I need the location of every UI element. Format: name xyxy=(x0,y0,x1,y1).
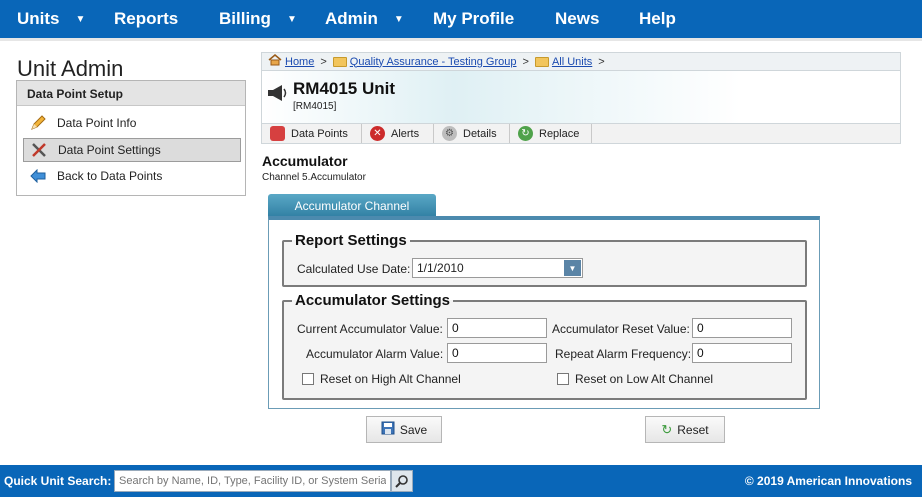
quick-search-label: Quick Unit Search: xyxy=(4,474,112,488)
save-button-label: Save xyxy=(399,422,428,437)
repeat-freq-label: Repeat Alarm Frequency: xyxy=(555,347,692,361)
left-item-data-point-info[interactable]: Data Point Info xyxy=(23,111,241,135)
megaphone-icon xyxy=(266,83,288,109)
reset-button-label: Reset xyxy=(677,422,709,437)
tab-label: Data Points xyxy=(291,127,348,140)
tab-label: Alerts xyxy=(391,127,420,140)
folder-icon xyxy=(534,56,549,67)
nav-admin[interactable]: Admin ▼ xyxy=(325,0,404,38)
reset-value-label: Accumulator Reset Value: xyxy=(552,322,690,336)
unit-subtabs: Data Points ✕ Alerts ⚙ Details ↻ Replace xyxy=(261,123,901,144)
nav-billing-label: Billing xyxy=(219,9,271,28)
pencil-icon xyxy=(29,115,47,131)
left-item-label: Back to Data Points xyxy=(57,169,163,183)
nav-units-label: Units xyxy=(17,9,60,28)
nav-divider xyxy=(0,38,922,41)
tab-alerts[interactable]: ✕ Alerts xyxy=(362,124,434,143)
left-panel: Data Point Setup Data Point Info Data Po… xyxy=(16,80,246,196)
nav-news-label: News xyxy=(555,9,600,28)
reset-low-checkbox[interactable] xyxy=(557,373,569,385)
tab-replace[interactable]: ↻ Replace xyxy=(510,124,592,143)
unit-code: [RM4015] xyxy=(293,101,337,112)
breadcrumb-all-units[interactable]: All Units xyxy=(552,56,592,68)
nav-reports[interactable]: Reports xyxy=(114,0,178,38)
tab-label: Replace xyxy=(539,127,580,140)
footer: Quick Unit Search: © 2019 American Innov… xyxy=(0,465,922,497)
calc-use-date-value: 1/1/2010 xyxy=(417,261,464,275)
tab-data-points[interactable]: Data Points xyxy=(262,124,362,143)
page-title: Unit Admin xyxy=(17,56,124,81)
nav-help-label: Help xyxy=(639,9,676,28)
nav-reports-label: Reports xyxy=(114,9,179,28)
left-item-label: Data Point Info xyxy=(57,116,137,130)
chevron-down-icon[interactable]: ▼ xyxy=(76,14,86,25)
breadcrumb: Home > Quality Assurance - Testing Group… xyxy=(261,52,901,71)
tab-label: Details xyxy=(463,127,497,140)
accumulator-panel: Report Settings Calculated Use Date: 1/1… xyxy=(268,216,820,409)
current-value-input[interactable] xyxy=(447,318,547,338)
reset-high-label: Reset on High Alt Channel xyxy=(320,372,461,386)
folder-icon xyxy=(332,56,347,67)
data-points-icon xyxy=(270,126,285,141)
left-item-data-point-settings[interactable]: Data Point Settings xyxy=(23,138,241,162)
breadcrumb-group[interactable]: Quality Assurance - Testing Group xyxy=(350,56,517,68)
left-item-label: Data Point Settings xyxy=(58,143,161,157)
home-icon[interactable] xyxy=(268,54,282,69)
nav-news[interactable]: News xyxy=(555,0,599,38)
replace-icon: ↻ xyxy=(518,126,533,141)
accumulator-settings-legend: Accumulator Settings xyxy=(295,292,451,309)
left-item-back-to-data-points[interactable]: Back to Data Points xyxy=(23,164,241,188)
tab-details[interactable]: ⚙ Details xyxy=(434,124,510,143)
reset-button[interactable]: ↻ Reset xyxy=(645,416,725,443)
nav-billing[interactable]: Billing ▼ xyxy=(219,0,297,38)
top-nav: Units ▼ Reports Billing ▼ Admin ▼ My Pro… xyxy=(0,0,922,38)
section-title: Accumulator xyxy=(262,153,348,169)
nav-my-profile[interactable]: My Profile xyxy=(433,0,514,38)
breadcrumb-home[interactable]: Home xyxy=(285,56,314,68)
details-gear-icon: ⚙ xyxy=(442,126,457,141)
nav-admin-label: Admin xyxy=(325,9,378,28)
breadcrumb-separator: > xyxy=(598,55,605,68)
alarm-value-input[interactable] xyxy=(447,343,547,363)
quick-search-input[interactable] xyxy=(114,470,391,492)
chevron-down-icon[interactable]: ▼ xyxy=(394,14,404,25)
alarm-value-label: Accumulator Alarm Value: xyxy=(306,347,444,361)
nav-help[interactable]: Help xyxy=(639,0,676,38)
search-icon[interactable] xyxy=(391,470,413,492)
chevron-down-icon[interactable]: ▼ xyxy=(287,14,297,25)
floppy-disk-icon xyxy=(381,421,395,438)
nav-my-profile-label: My Profile xyxy=(433,9,515,28)
back-arrow-icon xyxy=(29,168,47,184)
unit-header: RM4015 Unit [RM4015] xyxy=(261,71,901,123)
repeat-freq-input[interactable] xyxy=(692,343,792,363)
unit-name: RM4015 Unit xyxy=(293,79,396,98)
calc-use-date-select[interactable]: 1/1/2010 ▼ xyxy=(412,258,583,278)
refresh-icon: ↻ xyxy=(661,421,673,437)
chevron-down-icon[interactable]: ▼ xyxy=(564,260,581,276)
current-value-label: Current Accumulator Value: xyxy=(297,322,443,336)
tab-accumulator-channel[interactable]: Accumulator Channel xyxy=(268,194,436,218)
alert-icon: ✕ xyxy=(370,126,385,141)
reset-high-checkbox[interactable] xyxy=(302,373,314,385)
nav-units[interactable]: Units ▼ xyxy=(17,0,85,38)
section-subtitle: Channel 5.Accumulator xyxy=(262,172,366,183)
calc-use-date-label: Calculated Use Date: xyxy=(297,262,411,276)
copyright: © 2019 American Innovations xyxy=(744,474,912,488)
report-settings-legend: Report Settings xyxy=(295,232,407,249)
left-panel-header: Data Point Setup xyxy=(17,81,245,106)
breadcrumb-separator: > xyxy=(320,55,327,68)
breadcrumb-separator: > xyxy=(522,55,529,68)
save-button[interactable]: Save xyxy=(366,416,442,443)
reset-low-label: Reset on Low Alt Channel xyxy=(575,372,714,386)
tools-icon xyxy=(30,142,48,158)
reset-value-input[interactable] xyxy=(692,318,792,338)
